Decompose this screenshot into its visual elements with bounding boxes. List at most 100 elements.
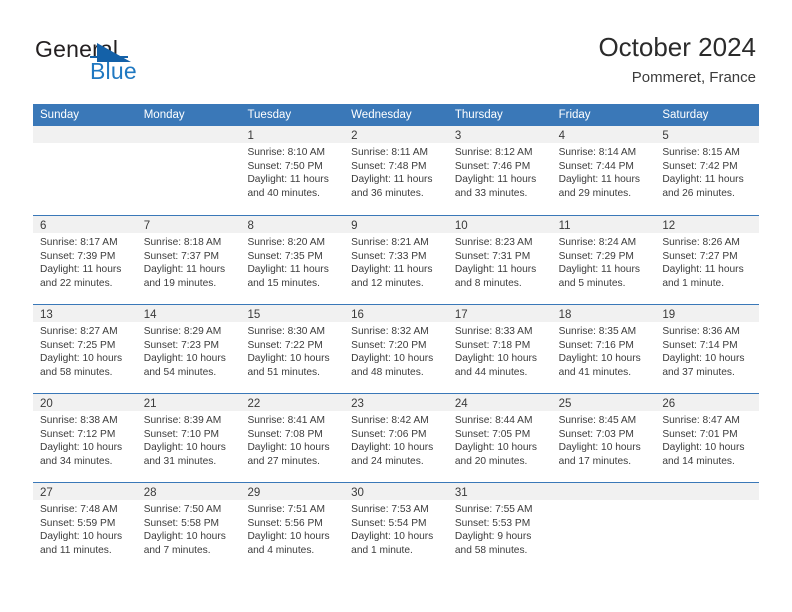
- day-number-band: 2: [344, 126, 448, 143]
- day-number: 7: [143, 220, 151, 232]
- day-details: Sunrise: 8:39 AM Sunset: 7:10 PM Daylight:…: [137, 411, 241, 468]
- day-details: Sunrise: 8:30 AM Sunset: 7:22 PM Daylight:…: [240, 322, 344, 379]
- day-detail-line: Sunrise: 8:29 AM: [143, 326, 222, 337]
- calendar-day-cell[interactable]: 11 Sunrise: 8:24 AM Sunset: 7:29 PM Dayligh…: [551, 216, 656, 304]
- calendar-day-cell[interactable]: 1 Sunrise: 8:10 AM Sunset: 7:50 PM Daylight…: [240, 126, 345, 215]
- calendar-day-cell[interactable]: 8 Sunrise: 8:20 AM Sunset: 7:35 PM Daylight…: [240, 216, 345, 304]
- calendar-day-cell[interactable]: 9 Sunrise: 8:21 AM Sunset: 7:33 PM Daylight…: [344, 216, 448, 304]
- calendar-day-cell[interactable]: 12 Sunrise: 8:26 AM Sunset: 7:27 PM Dayligh…: [655, 216, 760, 304]
- calendar-day-cell[interactable]: 30 Sunrise: 7:53 AM Sunset: 5:54 PM Dayligh…: [344, 483, 448, 571]
- day-detail-line: Sunset: 5:56 PM: [247, 517, 323, 529]
- day-detail-line: Daylight: 11 hours: [247, 174, 329, 186]
- calendar-day-cell[interactable]: 13 Sunrise: 8:27 AM Sunset: 7:25 PM Dayligh…: [33, 305, 137, 393]
- day-number-band: 5: [655, 126, 760, 143]
- day-number: 23: [351, 398, 364, 410]
- day-number: 18: [558, 309, 572, 321]
- calendar-day-cell[interactable]: 6 Sunrise: 8:17 AM Sunset: 7:39 PM Daylight…: [33, 216, 137, 304]
- day-detail-line: Daylight: 10 hours: [143, 442, 226, 454]
- day-details: Sunrise: 7:48 AM Sunset: 5:59 PM Daylight:…: [33, 500, 137, 557]
- calendar-day-cell[interactable]: 23 Sunrise: 8:42 AM Sunset: 7:06 PM Dayligh…: [344, 394, 448, 482]
- day-detail-line: Daylight: 10 hours: [662, 353, 745, 365]
- calendar-day-cell[interactable]: 29 Sunrise: 7:51 AM Sunset: 5:56 PM Dayligh…: [240, 483, 345, 571]
- day-number: 31: [454, 487, 468, 499]
- calendar-day-cell[interactable]: 19 Sunrise: 8:36 AM Sunset: 7:14 PM Dayligh…: [655, 305, 760, 393]
- day-detail-line: Daylight: 10 hours: [247, 531, 330, 543]
- day-number-band: 31: [447, 483, 552, 500]
- day-detail-line: Daylight: 11 hours: [558, 174, 640, 186]
- day-detail-line: and 34 minutes.: [40, 455, 113, 467]
- day-detail-line: Daylight: 10 hours: [558, 353, 641, 365]
- calendar-day-cell[interactable]: 10 Sunrise: 8:23 AM Sunset: 7:31 PM Dayligh…: [447, 216, 552, 304]
- calendar-day-cell[interactable]: 24 Sunrise: 8:44 AM Sunset: 7:05 PM Dayligh…: [447, 394, 552, 482]
- calendar-day-cell[interactable]: 7 Sunrise: 8:18 AM Sunset: 7:37 PM Daylight…: [136, 216, 241, 304]
- day-detail-line: and 12 minutes.: [351, 277, 424, 289]
- day-detail-line: Daylight: 11 hours: [247, 264, 329, 276]
- day-detail-line: Daylight: 10 hours: [247, 353, 330, 365]
- general-blue-logo[interactable]: General Blue: [35, 36, 215, 90]
- calendar-day-cell[interactable]: 2 Sunrise: 8:11 AM Sunset: 7:48 PM Daylight…: [344, 126, 448, 215]
- calendar-day-cell[interactable]: 26 Sunrise: 8:47 AM Sunset: 7:01 PM Dayligh…: [655, 394, 760, 482]
- day-details: Sunrise: 8:45 AM Sunset: 7:03 PM Daylight:…: [552, 411, 656, 468]
- day-number: 2: [351, 130, 358, 142]
- logo-text-blue: Blue: [90, 58, 137, 84]
- calendar-day-cell[interactable]: 16 Sunrise: 8:32 AM Sunset: 7:20 PM Dayligh…: [344, 305, 448, 393]
- day-detail-line: Sunset: 7:12 PM: [40, 428, 116, 440]
- day-details: Sunrise: 8:21 AM Sunset: 7:33 PM Daylight:…: [344, 233, 448, 290]
- day-detail-line: Sunset: 7:31 PM: [454, 250, 531, 262]
- calendar-day-cell[interactable]: 22 Sunrise: 8:41 AM Sunset: 7:08 PM Dayligh…: [240, 394, 345, 482]
- calendar-day-cell[interactable]: 4 Sunrise: 8:14 AM Sunset: 7:44 PM Daylight…: [551, 126, 656, 215]
- calendar-day-cell[interactable]: 14 Sunrise: 8:29 AM Sunset: 7:23 PM Dayligh…: [136, 305, 241, 393]
- day-detail-line: and 37 minutes.: [662, 366, 735, 378]
- calendar-day-cell[interactable]: 15 Sunrise: 8:30 AM Sunset: 7:22 PM Dayligh…: [240, 305, 345, 393]
- day-detail-line: Daylight: 10 hours: [351, 442, 434, 454]
- calendar-day-cell[interactable]: 25 Sunrise: 8:45 AM Sunset: 7:03 PM Dayligh…: [551, 394, 656, 482]
- day-detail-line: Sunrise: 8:24 AM: [558, 237, 637, 248]
- calendar-day-cell-empty: [551, 483, 656, 571]
- day-detail-line: Sunset: 7:39 PM: [40, 250, 116, 262]
- day-detail-line: Sunset: 7:03 PM: [558, 428, 634, 440]
- day-number: 9: [351, 220, 358, 232]
- day-detail-line: Sunrise: 8:17 AM: [40, 237, 118, 248]
- day-detail-line: and 33 minutes.: [454, 187, 528, 199]
- day-number-band: 10: [447, 216, 552, 233]
- day-detail-line: Sunrise: 8:30 AM: [247, 326, 326, 337]
- day-detail-line: Daylight: 10 hours: [351, 531, 434, 543]
- day-number-band: 6: [33, 216, 137, 233]
- day-number: 11: [558, 220, 571, 232]
- day-detail-line: Daylight: 11 hours: [143, 264, 226, 276]
- calendar-day-cell[interactable]: 3 Sunrise: 8:12 AM Sunset: 7:46 PM Daylight…: [447, 126, 552, 215]
- day-detail-line: and 54 minutes.: [143, 366, 217, 378]
- day-detail-line: Sunset: 7:22 PM: [247, 339, 323, 351]
- calendar-day-cell[interactable]: 18 Sunrise: 8:35 AM Sunset: 7:16 PM Dayligh…: [551, 305, 656, 393]
- day-number-band: 26: [655, 394, 760, 411]
- day-number: 27: [40, 487, 53, 499]
- calendar-day-cell[interactable]: 31 Sunrise: 7:55 AM Sunset: 5:53 PM Dayligh…: [447, 483, 552, 571]
- day-detail-line: Sunset: 7:29 PM: [558, 250, 634, 262]
- day-number: 12: [662, 220, 676, 232]
- day-detail-line: and 31 minutes.: [143, 455, 217, 467]
- day-detail-line: Daylight: 10 hours: [40, 353, 123, 365]
- day-detail-line: and 4 minutes.: [247, 544, 315, 556]
- calendar-day-cell[interactable]: 17 Sunrise: 8:33 AM Sunset: 7:18 PM Dayligh…: [447, 305, 552, 393]
- calendar-day-cell[interactable]: 28 Sunrise: 7:50 AM Sunset: 5:58 PM Dayligh…: [136, 483, 241, 571]
- calendar-day-cell-empty: [655, 483, 760, 571]
- day-detail-line: Sunrise: 8:10 AM: [247, 147, 326, 158]
- day-detail-line: Sunrise: 8:14 AM: [558, 147, 637, 158]
- day-number: 6: [40, 220, 47, 232]
- day-number: 21: [143, 398, 157, 410]
- day-detail-line: Daylight: 11 hours: [454, 174, 537, 186]
- day-details: Sunrise: 7:55 AM Sunset: 5:53 PM Daylight:…: [448, 500, 552, 557]
- day-details: Sunrise: 8:33 AM Sunset: 7:18 PM Daylight:…: [448, 322, 552, 379]
- day-details: Sunrise: 8:15 AM Sunset: 7:42 PM Daylight:…: [655, 143, 759, 200]
- day-detail-line: Daylight: 11 hours: [40, 264, 122, 276]
- calendar-day-cell[interactable]: 21 Sunrise: 8:39 AM Sunset: 7:10 PM Dayligh…: [136, 394, 241, 482]
- day-detail-line: Sunrise: 8:47 AM: [662, 415, 740, 426]
- calendar-day-cell[interactable]: 27 Sunrise: 7:48 AM Sunset: 5:59 PM Dayligh…: [33, 483, 137, 571]
- calendar-day-cell[interactable]: 20 Sunrise: 8:38 AM Sunset: 7:12 PM Dayligh…: [33, 394, 137, 482]
- day-detail-line: Daylight: 10 hours: [143, 353, 226, 365]
- calendar-week-row: 20 Sunrise: 8:38 AM Sunset: 7:12 PM Dayligh…: [33, 393, 760, 482]
- day-detail-line: and 27 minutes.: [247, 455, 320, 467]
- day-number-band: 30: [344, 483, 448, 500]
- calendar-day-cell[interactable]: 5 Sunrise: 8:15 AM Sunset: 7:42 PM Daylight…: [655, 126, 760, 215]
- calendar-day-cell-empty: [136, 126, 241, 215]
